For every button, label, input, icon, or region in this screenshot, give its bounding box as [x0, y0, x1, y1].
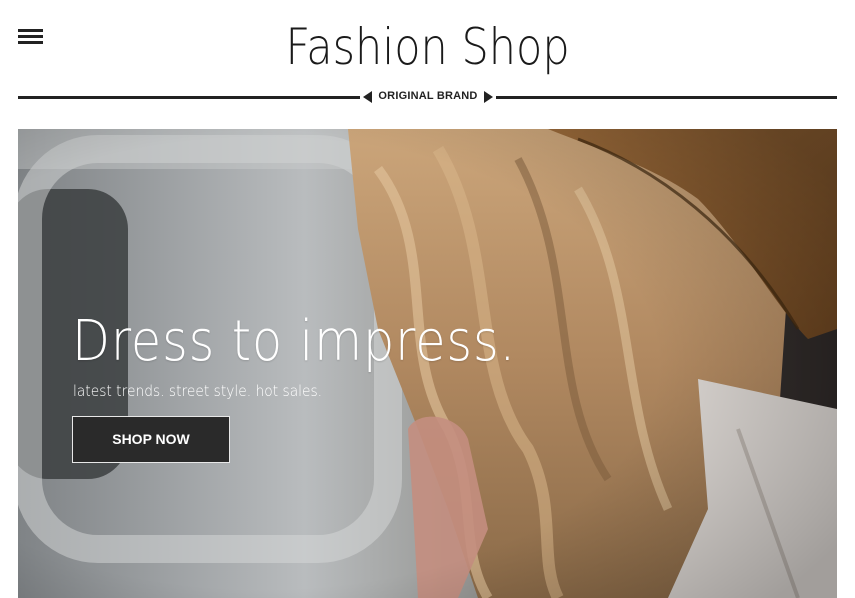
menu-bar [18, 29, 43, 32]
hamburger-menu-icon[interactable] [18, 29, 43, 45]
brand-tagline: ORIGINAL BRAND [360, 88, 496, 106]
shop-now-button[interactable]: SHOP NOW [72, 416, 230, 463]
tagline-text: ORIGINAL BRAND [378, 90, 478, 102]
arrow-right-ornament-icon [484, 91, 493, 103]
hero-subtitle: latest trends. street style. hot sales. [73, 382, 323, 400]
menu-bar [18, 35, 43, 38]
page: Fashion Shop ORIGINAL BRAND Dress to imp… [0, 0, 855, 598]
hero-title: Dress to impress. [72, 309, 517, 374]
menu-bar [18, 41, 43, 44]
hero-banner: Dress to impress. latest trends. street … [18, 129, 837, 598]
site-logo[interactable]: Fashion Shop [60, 12, 795, 82]
